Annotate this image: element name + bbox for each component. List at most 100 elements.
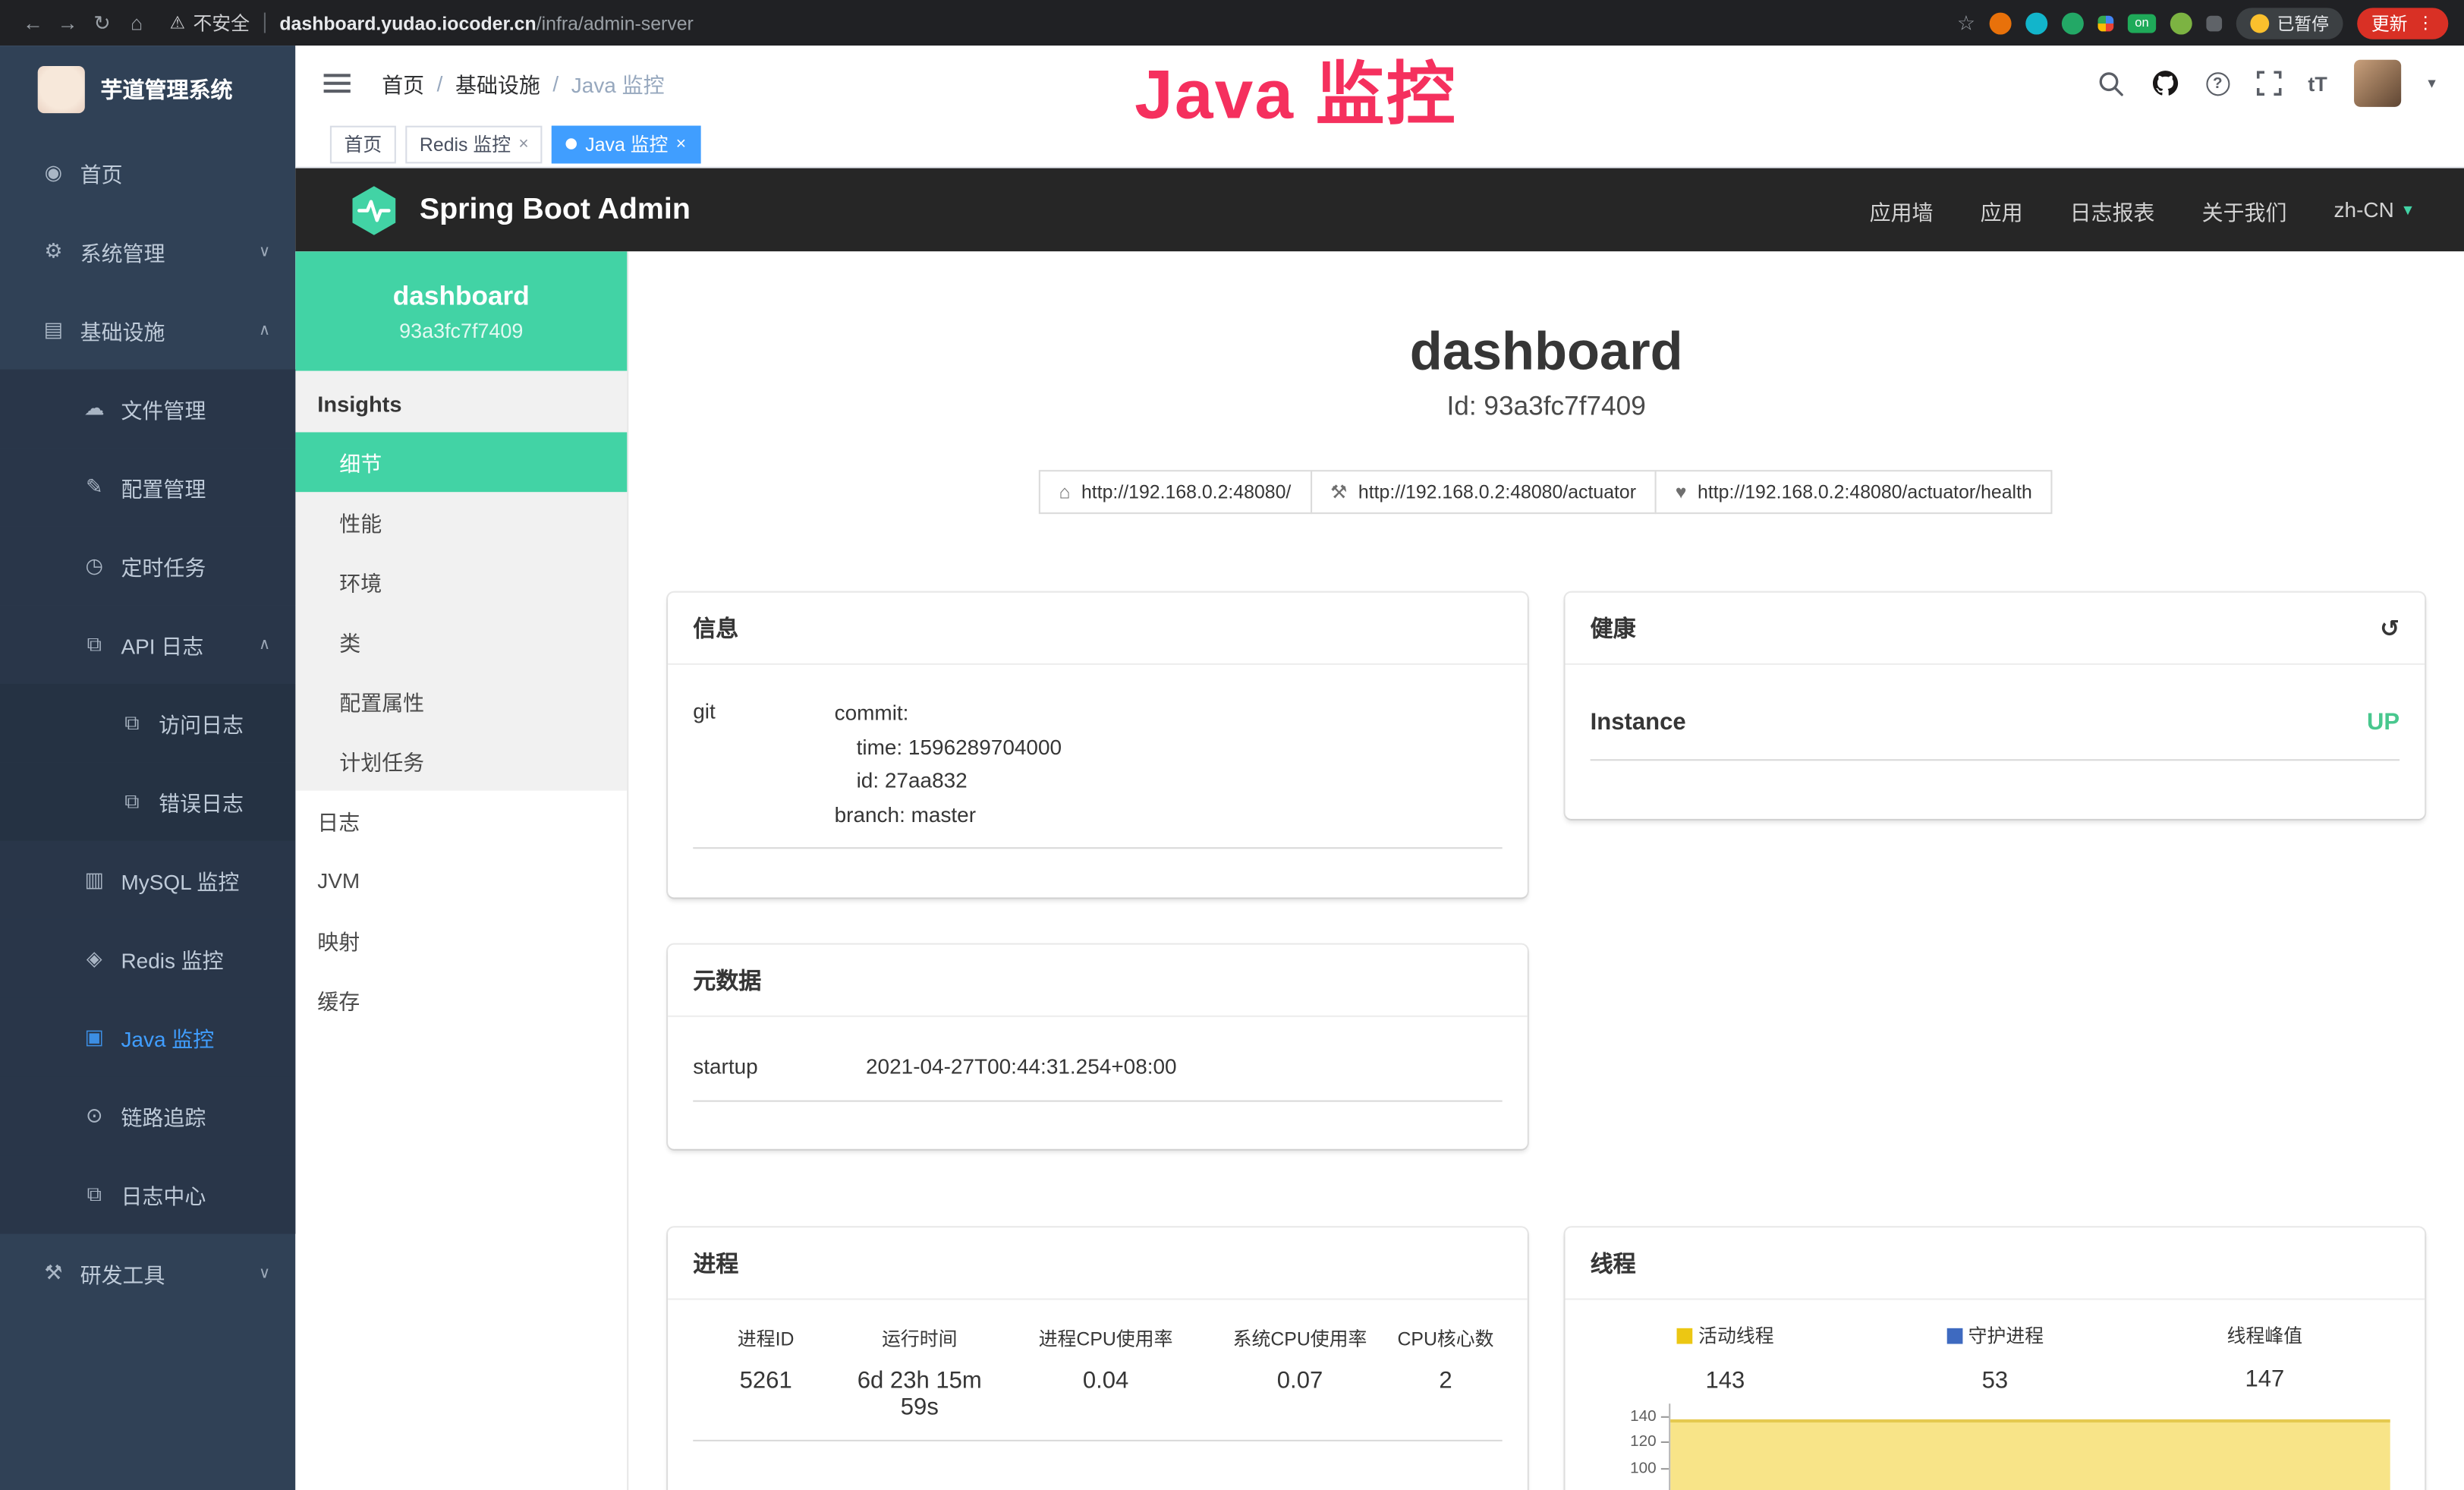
nav-journal[interactable]: 日志报表 [2070,194,2155,225]
sidebar-item-config-management[interactable]: ✎ 配置管理 [0,448,295,527]
sba-item-label: 映射 [317,925,360,956]
column-value: 0.04 [1000,1368,1210,1394]
close-icon[interactable]: × [676,134,686,153]
health-url-link[interactable]: ♥ http://192.168.0.2:48080/actuator/heal… [1655,471,2053,515]
tab-label: Redis 监控 [420,131,511,157]
metadata-value: 2021-04-27T00:44:31.254+08:00 [866,1055,1177,1079]
sba-item-metrics[interactable]: 性能 [295,492,627,552]
close-icon[interactable]: × [518,134,528,153]
fullscreen-icon[interactable] [2256,71,2281,96]
sba-item-logs[interactable]: 日志 [295,791,627,851]
card-title: 线程 [1591,1247,1636,1280]
sidebar-item-label: 配置管理 [121,471,206,502]
sidebar-item-mysql-monitor[interactable]: ▥ MySQL 监控 [0,841,295,920]
chevron-up-icon: ∧ [259,636,270,654]
info-row-git: git commit: time: 1596289704000 id: 27aa… [693,688,1502,849]
sba-item-caches[interactable]: 缓存 [295,970,627,1030]
health-label: Instance [1591,710,1686,736]
sba-item-classes[interactable]: 类 [295,612,627,672]
service-url-link[interactable]: ⌂ http://192.168.0.2:48080/ [1039,471,1312,515]
sidebar-item-java-monitor[interactable]: ▣ Java 监控 [0,998,295,1077]
sba-item-mappings[interactable]: 映射 [295,910,627,970]
insights-group-title: Insights [295,371,627,433]
sba-brand[interactable]: Spring Boot Admin [348,183,691,236]
sidebar-item-label: 链路追踪 [121,1101,206,1132]
threads-stat: 线程峰值 147 [2130,1322,2399,1394]
nav-wallboard[interactable]: 应用墙 [1870,194,1934,225]
github-icon[interactable] [2151,69,2179,97]
divider [264,13,266,33]
sidebar-item-error-logs[interactable]: ⧉ 错误日志 [0,762,295,841]
browser-extension-icon[interactable] [2098,15,2114,31]
bookmark-star-icon[interactable]: ☆ [1957,10,1975,35]
sidebar-item-system[interactable]: ⚙ 系统管理 ∨ [0,213,295,291]
sba-item-scheduled-tasks[interactable]: 计划任务 [295,731,627,791]
sidebar-item-label: 基础设施 [80,314,165,345]
y-tick-label: 120 [1630,1434,1657,1451]
link-url: http://192.168.0.2:48080/actuator [1358,481,1636,503]
sba-content: dashboard Id: 93a3fc7f7409 ⌂ http://192.… [628,251,2464,1490]
tab-redis-monitor[interactable]: Redis 监控 × [405,125,543,163]
header-actions: ? tT ▾ [2097,60,2436,107]
sba-item-jvm[interactable]: JVM [295,850,627,910]
y-tick-label: 100 [1630,1460,1657,1477]
browser-extension-icon[interactable] [1990,12,2012,34]
instance-name: dashboard [393,281,530,312]
address-bar[interactable]: ⚠ 不安全 dashboard.yudao.iocoder.cn/infra/a… [170,9,694,36]
instance-links: ⌂ http://192.168.0.2:48080/ ⚒ http://192… [628,471,2464,515]
browser-extension-icon[interactable] [2170,12,2192,34]
browser-toolbar-right: ☆ on 已暂停 更新 ⋮ [1957,7,2448,38]
info-value: commit: time: 1596289704000 id: 27aa832 … [835,697,1503,832]
home-button[interactable]: ⌂ [119,11,154,34]
browser-extension-icon[interactable] [2025,12,2047,34]
sba-item-details[interactable]: 细节 [295,432,627,492]
sidebar-item-access-logs[interactable]: ⧉ 访问日志 [0,684,295,763]
instance-id: 93a3fc7f7409 [399,318,523,342]
instance-header[interactable]: dashboard 93a3fc7f7409 [295,251,627,370]
nav-applications[interactable]: 应用 [1981,194,2023,225]
sidebar-item-log-center[interactable]: ⧉ 日志中心 [0,1155,295,1234]
column-header: CPU核心数 [1389,1325,1502,1352]
tab-java-monitor[interactable]: Java 监控 × [552,125,700,163]
health-row[interactable]: Instance UP [1591,688,2399,761]
paused-badge[interactable]: 已暂停 [2236,7,2343,38]
reload-button[interactable]: ↻ [85,10,120,35]
nav-about[interactable]: 关于我们 [2202,194,2287,225]
hamburger-icon[interactable] [324,82,351,85]
kebab-menu-icon[interactable]: ⋮ [2417,13,2434,33]
font-size-icon[interactable]: tT [2308,71,2327,95]
search-icon[interactable] [2097,70,2124,96]
actuator-url-link[interactable]: ⚒ http://192.168.0.2:48080/actuator [1310,471,1657,515]
sba-item-config-props[interactable]: 配置属性 [295,671,627,731]
sba-item-label: JVM [317,868,360,892]
threads-card: 线程 活动线程 143 守护进程 [1566,1228,2425,1490]
sidebar-item-tracing[interactable]: ⊙ 链路追踪 [0,1076,295,1155]
sidebar-item-label: 错误日志 [159,786,244,817]
sba-item-environment[interactable]: 环境 [295,552,627,612]
sidebar-item-dev-tools[interactable]: ⚒ 研发工具 ∨ [0,1234,295,1313]
sidebar-item-file-management[interactable]: ☁ 文件管理 [0,370,295,449]
chevron-down-icon[interactable]: ▾ [2428,74,2435,92]
sidebar-item-scheduled-jobs[interactable]: ◷ 定时任务 [0,527,295,606]
tab-home[interactable]: 首页 [330,125,396,163]
user-avatar[interactable] [2354,60,2401,107]
sidebar-item-redis-monitor[interactable]: ◈ Redis 监控 [0,919,295,998]
update-browser-button[interactable]: 更新 ⋮ [2357,7,2448,38]
sidebar-item-api-logs[interactable]: ⧉ API 日志 ∧ [0,605,295,684]
breadcrumb-item[interactable]: 首页 [382,68,424,99]
clock-icon: ◷ [82,553,107,578]
breadcrumb-item[interactable]: 基础设施 [455,68,540,99]
forward-button[interactable]: → [50,11,85,34]
active-threads-area [1670,1419,2390,1490]
browser-extension-icon[interactable] [2062,12,2084,34]
help-icon[interactable]: ? [2206,71,2230,95]
browser-extension-on-badge[interactable]: on [2128,14,2156,33]
threads-chart: 140 120 100 [1591,1403,2399,1490]
history-icon[interactable]: ↺ [2380,614,2399,642]
sidebar-item-home[interactable]: ◉ 首页 [0,134,295,213]
language-selector[interactable]: zh-CN ▾ [2334,198,2412,222]
puzzle-extension-icon[interactable] [2206,15,2222,31]
back-button[interactable]: ← [16,11,51,34]
sba-navbar: Spring Boot Admin 应用墙 应用 日志报表 关于我们 zh-CN… [295,169,2464,252]
sidebar-item-infrastructure[interactable]: ▤ 基础设施 ∧ [0,291,295,370]
